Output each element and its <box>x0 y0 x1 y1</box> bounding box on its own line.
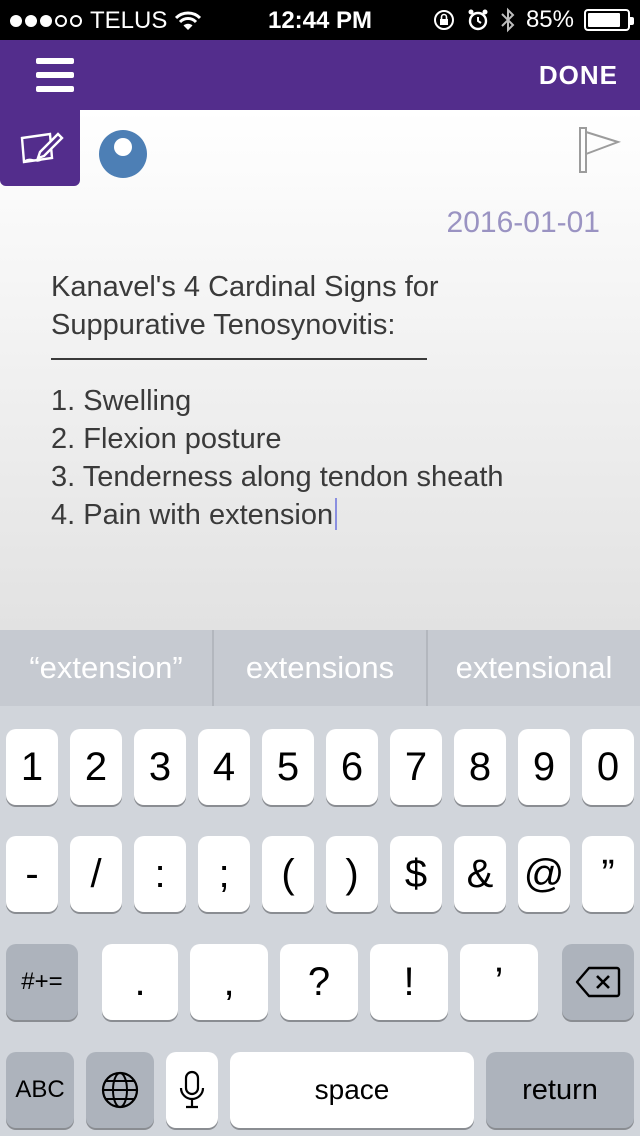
key-semicolon[interactable]: ; <box>198 836 250 912</box>
suggestion-item[interactable]: extensions <box>214 630 426 706</box>
key-1[interactable]: 1 <box>6 729 58 805</box>
keyboard: “extension” extensions extensional 1 2 3… <box>0 630 640 1136</box>
key-question[interactable]: ? <box>280 944 358 1020</box>
bluetooth-icon <box>501 7 515 33</box>
key-comma[interactable]: , <box>190 944 268 1020</box>
key-exclamation[interactable]: ! <box>370 944 448 1020</box>
key-close-paren[interactable]: ) <box>326 836 378 912</box>
abc-key[interactable]: ABC <box>6 1052 74 1128</box>
key-slash[interactable]: / <box>70 836 122 912</box>
key-8[interactable]: 8 <box>454 729 506 805</box>
key-2[interactable]: 2 <box>70 729 122 805</box>
suggestion-item[interactable]: extensional <box>428 630 640 706</box>
globe-key[interactable] <box>86 1052 154 1128</box>
key-period[interactable]: . <box>102 944 178 1020</box>
battery-percent: 85% <box>525 6 574 33</box>
key-hyphen[interactable]: - <box>6 836 58 912</box>
key-7[interactable]: 7 <box>390 729 442 805</box>
suggestion-item[interactable]: “extension” <box>0 630 212 706</box>
alarm-icon <box>468 9 488 31</box>
divider <box>51 358 427 360</box>
list-item: 2. Flexion posture <box>51 423 282 455</box>
note-editor: 2016-01-01 Kanavel's 4 Cardinal Signs fo… <box>0 110 640 630</box>
battery-icon <box>584 9 634 31</box>
list-item: 3. Tenderness along tendon sheath <box>51 461 504 493</box>
key-apostrophe[interactable]: ’ <box>460 944 538 1020</box>
key-9[interactable]: 9 <box>518 729 570 805</box>
note-body[interactable]: Kanavel's 4 Cardinal Signs for Suppurati… <box>51 268 611 534</box>
done-button[interactable]: DONE <box>539 60 618 91</box>
microphone-icon <box>179 1070 205 1109</box>
symbols-key[interactable]: #+= <box>6 944 78 1020</box>
edit-note-icon <box>20 132 64 164</box>
color-tag-icon[interactable] <box>99 130 147 178</box>
return-key[interactable]: return <box>486 1052 634 1128</box>
list-item: 1. Swelling <box>51 385 192 417</box>
edit-note-tab[interactable] <box>0 110 80 186</box>
key-colon[interactable]: : <box>134 836 186 912</box>
flag-icon[interactable] <box>578 126 622 174</box>
key-at[interactable]: @ <box>518 836 570 912</box>
note-date: 2016-01-01 <box>446 206 600 239</box>
backspace-icon <box>575 966 621 998</box>
key-open-paren[interactable]: ( <box>262 836 314 912</box>
list-item-text: 4. Pain with extension <box>51 499 334 531</box>
globe-icon <box>101 1071 139 1109</box>
key-4[interactable]: 4 <box>198 729 250 805</box>
delete-key[interactable] <box>562 944 634 1020</box>
key-quote[interactable]: ” <box>582 836 634 912</box>
key-3[interactable]: 3 <box>134 729 186 805</box>
key-5[interactable]: 5 <box>262 729 314 805</box>
note-title-line: Kanavel's 4 Cardinal Signs for <box>51 271 439 303</box>
key-ampersand[interactable]: & <box>454 836 506 912</box>
rotation-lock-icon <box>433 10 454 30</box>
status-bar: TELUS 12:44 PM 85% <box>0 0 640 40</box>
note-title-line: Suppurative Tenosynovitis: <box>51 309 396 341</box>
text-cursor <box>335 498 338 530</box>
status-indicators: 85% <box>432 6 634 34</box>
list-item-last: 4. Pain with extension <box>51 496 611 534</box>
suggestion-bar: “extension” extensions extensional <box>0 630 640 706</box>
key-0[interactable]: 0 <box>582 729 634 805</box>
space-key[interactable]: space <box>230 1052 474 1128</box>
nav-bar: DONE <box>0 40 640 110</box>
menu-icon[interactable] <box>36 58 74 92</box>
dictation-key[interactable] <box>166 1052 218 1128</box>
key-6[interactable]: 6 <box>326 729 378 805</box>
key-dollar[interactable]: $ <box>390 836 442 912</box>
